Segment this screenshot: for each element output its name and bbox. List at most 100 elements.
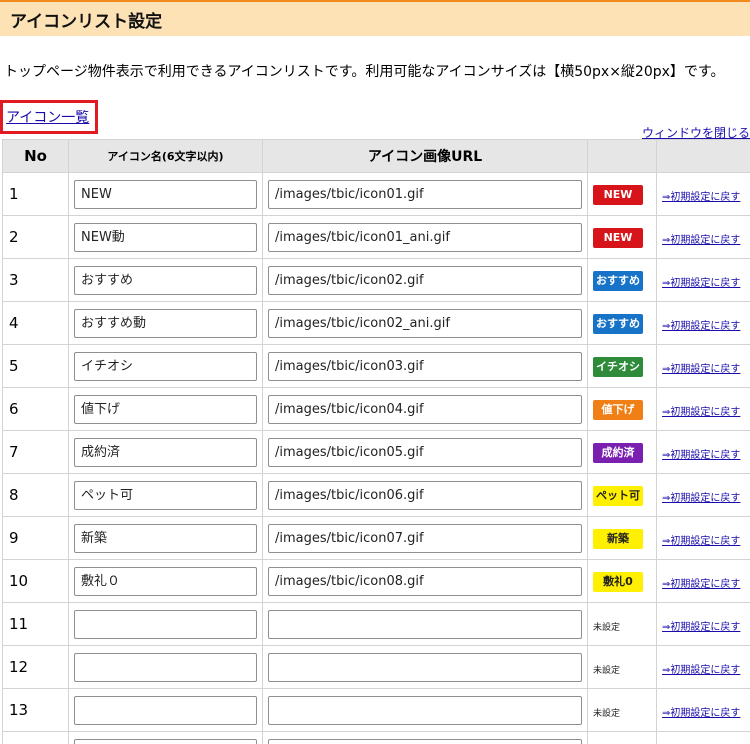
- icon-name-input[interactable]: NEW: [74, 179, 257, 209]
- reset-default-link[interactable]: ⇒初期設定に戻す: [662, 192, 740, 203]
- icon-preview-cell: おすすめ: [587, 301, 657, 345]
- icon-list-link[interactable]: アイコン一覧: [6, 107, 89, 127]
- icon-name-input[interactable]: [74, 695, 257, 725]
- reset-default-link[interactable]: ⇒初期設定に戻す: [662, 536, 740, 547]
- title-bar: アイコンリスト設定: [0, 0, 750, 36]
- icon-name-cell: NEW: [68, 172, 263, 216]
- icon-url-input[interactable]: /images/tbic/icon06.gif: [268, 480, 582, 510]
- icon-url-cell: [262, 602, 588, 646]
- table-row: 7 成約済 /images/tbic/icon05.gif 成約済 ⇒初期設定に…: [2, 430, 750, 474]
- header-reset: [656, 139, 750, 173]
- icon-preview-cell: NEW: [587, 215, 657, 259]
- icon-preview-badge: 値下げ: [593, 400, 643, 420]
- header-icon-url: アイコン画像URL: [262, 139, 588, 173]
- table-row: 2 NEW動 /images/tbic/icon01_ani.gif NEW ⇒…: [2, 215, 750, 259]
- icon-settings-table: No アイコン名(6文字以内) アイコン画像URL 1 NEW /images/…: [2, 139, 750, 744]
- reset-cell: ⇒初期設定に戻す: [656, 301, 750, 345]
- icon-url-cell: [262, 645, 588, 689]
- icon-name-input[interactable]: [74, 738, 257, 744]
- reset-default-link[interactable]: ⇒初期設定に戻す: [662, 278, 740, 289]
- icon-url-input[interactable]: /images/tbic/icon01.gif: [268, 179, 582, 209]
- reset-default-link[interactable]: ⇒初期設定に戻す: [662, 665, 740, 676]
- table-row: 11 未設定 ⇒初期設定に戻す: [2, 602, 750, 646]
- unset-label: 未設定: [593, 622, 621, 633]
- icon-preview-badge: NEW: [593, 185, 643, 205]
- icon-name-cell: 成約済: [68, 430, 263, 474]
- icon-name-input[interactable]: 新築: [74, 523, 257, 553]
- table-row: 13 未設定 ⇒初期設定に戻す: [2, 688, 750, 732]
- reset-default-link[interactable]: ⇒初期設定に戻す: [662, 321, 740, 332]
- icon-name-cell: NEW動: [68, 215, 263, 259]
- page-title: アイコンリスト設定: [10, 11, 163, 32]
- reset-default-link[interactable]: ⇒初期設定に戻す: [662, 235, 740, 246]
- icon-url-cell: /images/tbic/icon02.gif: [262, 258, 588, 302]
- reset-cell: ⇒初期設定に戻す: [656, 516, 750, 560]
- reset-default-link[interactable]: ⇒初期設定に戻す: [662, 407, 740, 418]
- row-number: 2: [2, 215, 69, 259]
- reset-cell: ⇒初期設定に戻す: [656, 172, 750, 216]
- icon-preview-badge: 敷礼0: [593, 572, 643, 592]
- icon-preview-cell: 未設定: [587, 645, 657, 689]
- row-number: 9: [2, 516, 69, 560]
- icon-url-input[interactable]: /images/tbic/icon05.gif: [268, 437, 582, 467]
- table-row: 12 未設定 ⇒初期設定に戻す: [2, 645, 750, 689]
- icon-url-cell: /images/tbic/icon01.gif: [262, 172, 588, 216]
- icon-url-input[interactable]: [268, 652, 582, 682]
- row-number: 4: [2, 301, 69, 345]
- icon-name-input[interactable]: イチオシ: [74, 351, 257, 381]
- icon-name-input[interactable]: 値下げ: [74, 394, 257, 424]
- row-number: 10: [2, 559, 69, 603]
- icon-name-input[interactable]: 成約済: [74, 437, 257, 467]
- reset-default-link[interactable]: ⇒初期設定に戻す: [662, 622, 740, 633]
- icon-preview-cell: 成約済: [587, 430, 657, 474]
- reset-default-link[interactable]: ⇒初期設定に戻す: [662, 708, 740, 719]
- icon-list-link-highlight: アイコン一覧: [0, 100, 98, 134]
- table-row: 9 新築 /images/tbic/icon07.gif 新築 ⇒初期設定に戻す: [2, 516, 750, 560]
- icon-name-cell: 敷礼０: [68, 559, 263, 603]
- icon-url-input[interactable]: /images/tbic/icon02.gif: [268, 265, 582, 295]
- reset-cell: ⇒初期設定に戻す: [656, 430, 750, 474]
- icon-name-input[interactable]: おすすめ: [74, 265, 257, 295]
- icon-name-input[interactable]: ペット可: [74, 480, 257, 510]
- unset-label: 未設定: [593, 665, 621, 676]
- icon-name-input[interactable]: NEW動: [74, 222, 257, 252]
- icon-name-cell: [68, 731, 263, 744]
- icon-name-cell: おすすめ動: [68, 301, 263, 345]
- reset-default-link[interactable]: ⇒初期設定に戻す: [662, 364, 740, 375]
- icon-preview-badge: 成約済: [593, 443, 643, 463]
- icon-url-input[interactable]: /images/tbic/icon07.gif: [268, 523, 582, 553]
- icon-url-input[interactable]: /images/tbic/icon04.gif: [268, 394, 582, 424]
- icon-url-input[interactable]: [268, 738, 582, 744]
- row-number: 6: [2, 387, 69, 431]
- icon-name-cell: [68, 645, 263, 689]
- icon-name-input[interactable]: [74, 609, 257, 639]
- icon-name-input[interactable]: [74, 652, 257, 682]
- reset-default-link[interactable]: ⇒初期設定に戻す: [662, 450, 740, 461]
- icon-name-input[interactable]: おすすめ動: [74, 308, 257, 338]
- reset-default-link[interactable]: ⇒初期設定に戻す: [662, 579, 740, 590]
- icon-url-input[interactable]: [268, 609, 582, 639]
- reset-default-link[interactable]: ⇒初期設定に戻す: [662, 493, 740, 504]
- row-number: [2, 731, 69, 744]
- icon-url-input[interactable]: /images/tbic/icon08.gif: [268, 566, 582, 596]
- icon-url-cell: [262, 688, 588, 732]
- table-row: 1 NEW /images/tbic/icon01.gif NEW ⇒初期設定に…: [2, 172, 750, 216]
- icon-preview-cell: 未設定: [587, 688, 657, 732]
- icon-url-cell: /images/tbic/icon06.gif: [262, 473, 588, 517]
- icon-name-cell: 新築: [68, 516, 263, 560]
- icon-url-input[interactable]: /images/tbic/icon02_ani.gif: [268, 308, 582, 338]
- icon-url-input[interactable]: /images/tbic/icon03.gif: [268, 351, 582, 381]
- icon-url-cell: /images/tbic/icon05.gif: [262, 430, 588, 474]
- table-row: 4 おすすめ動 /images/tbic/icon02_ani.gif おすすめ…: [2, 301, 750, 345]
- icon-name-input[interactable]: 敷礼０: [74, 566, 257, 596]
- icon-preview-badge: 新築: [593, 529, 643, 549]
- icon-preview-cell: 未設定: [587, 602, 657, 646]
- icon-preview-cell: イチオシ: [587, 344, 657, 388]
- header-preview: [587, 139, 657, 173]
- icon-name-cell: 値下げ: [68, 387, 263, 431]
- icon-url-input[interactable]: [268, 695, 582, 725]
- page-description: トップページ物件表示で利用できるアイコンリストです。利用可能なアイコンサイズは【…: [4, 64, 725, 80]
- reset-cell: ⇒初期設定に戻す: [656, 559, 750, 603]
- table-row: 10 敷礼０ /images/tbic/icon08.gif 敷礼0 ⇒初期設定…: [2, 559, 750, 603]
- icon-url-input[interactable]: /images/tbic/icon01_ani.gif: [268, 222, 582, 252]
